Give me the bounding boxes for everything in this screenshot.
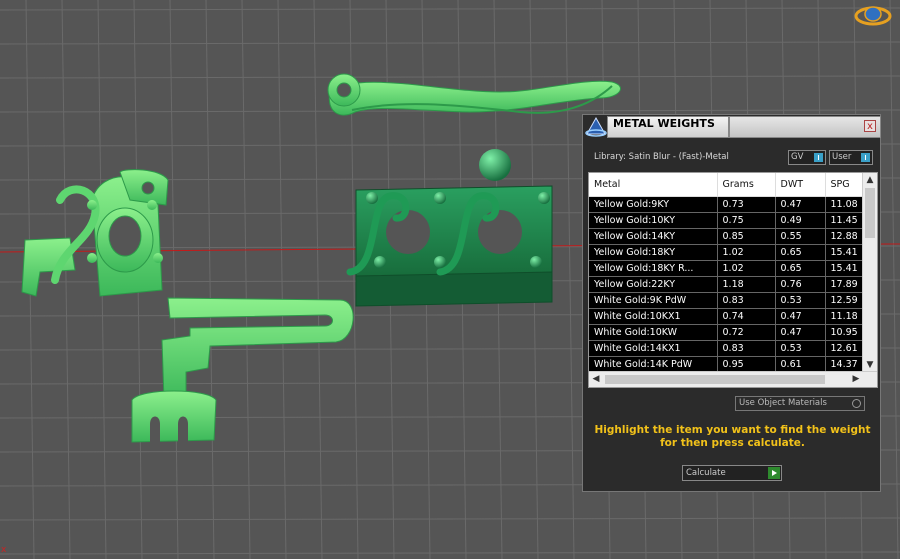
cell-grams[interactable]: 0.74 (717, 308, 776, 325)
vertical-scrollbar[interactable]: ▲ ▼ (862, 173, 877, 372)
viewport-corner-mark: x (1, 545, 7, 555)
cell-grams[interactable]: 0.72 (717, 324, 776, 341)
use-object-materials-option[interactable]: Use Object Materials (735, 396, 865, 411)
toggle-knob-icon (861, 153, 870, 162)
cell-grams[interactable]: 0.73 (717, 196, 776, 213)
cell-metal[interactable]: Yellow Gold:22KY (589, 276, 718, 293)
toggle-knob-icon (814, 153, 823, 162)
library-label: Library: Satin Blur - (Fast)-Metal (594, 152, 729, 162)
gv-toggle[interactable]: GV (788, 150, 826, 165)
cell-metal[interactable]: White Gold:10KX1 (589, 308, 718, 325)
cell-metal[interactable]: White Gold:10KW (589, 324, 718, 341)
play-icon (768, 467, 780, 479)
column-header-grams[interactable]: Grams (717, 173, 776, 197)
table-row[interactable]: White Gold:9K PdW 0.83 0.53 12.59 (589, 292, 875, 309)
cell-metal[interactable]: Yellow Gold:9KY (589, 196, 718, 213)
cell-grams[interactable]: 1.02 (717, 260, 776, 277)
cell-dwt[interactable]: 0.76 (775, 276, 826, 293)
table-header-row: Metal Grams DWT SPG (589, 173, 875, 197)
panel-titlebar[interactable]: METAL WEIGHTS x (583, 115, 881, 139)
cell-grams[interactable]: 0.83 (717, 292, 776, 309)
cell-dwt[interactable]: 0.47 (775, 308, 826, 325)
use-object-materials-label: Use Object Materials (739, 398, 827, 408)
cell-grams[interactable]: 0.83 (717, 340, 776, 357)
view-navigation-icon[interactable] (853, 2, 893, 26)
user-toggle[interactable]: User (829, 150, 873, 165)
table-row[interactable]: Yellow Gold:9KY 0.73 0.47 11.08 (589, 196, 875, 213)
cell-dwt[interactable]: 0.65 (775, 244, 826, 261)
cell-dwt[interactable]: 0.55 (775, 228, 826, 245)
cell-grams[interactable]: 0.85 (717, 228, 776, 245)
cell-metal[interactable]: Yellow Gold:10KY (589, 212, 718, 229)
cell-dwt[interactable]: 0.47 (775, 196, 826, 213)
instruction-text: Highlight the item you want to find the … (594, 424, 871, 449)
table-row[interactable]: Yellow Gold:14KY 0.85 0.55 12.88 (589, 228, 875, 245)
cell-grams[interactable]: 0.75 (717, 212, 776, 229)
cell-grams[interactable]: 1.18 (717, 276, 776, 293)
app-logo-icon (585, 117, 607, 137)
table-row[interactable]: White Gold:14KX1 0.83 0.53 12.61 (589, 340, 875, 357)
titlebar-fill (729, 116, 881, 138)
table-row[interactable]: White Gold:10KX1 0.74 0.47 11.18 (589, 308, 875, 325)
scroll-right-icon[interactable]: ▶ (849, 372, 863, 387)
horizontal-scroll-thumb[interactable] (605, 375, 825, 384)
vertical-scroll-thumb[interactable] (865, 188, 875, 238)
metal-weights-table[interactable]: Metal Grams DWT SPG Yellow Gold:9KY 0.73 0… (588, 172, 878, 388)
calculate-button[interactable]: Calculate (682, 465, 782, 481)
cell-metal[interactable]: Yellow Gold:14KY (589, 228, 718, 245)
cell-metal[interactable]: White Gold:14KX1 (589, 340, 718, 357)
panel-title: METAL WEIGHTS (607, 116, 729, 138)
cell-dwt[interactable]: 0.53 (775, 292, 826, 309)
column-header-metal[interactable]: Metal (589, 173, 718, 197)
metal-weights-panel: METAL WEIGHTS x Library: Satin Blur - (F… (582, 114, 881, 492)
cell-dwt[interactable]: 0.47 (775, 324, 826, 341)
calculate-label: Calculate (686, 468, 726, 478)
scroll-down-icon[interactable]: ▼ (863, 358, 877, 372)
column-header-dwt[interactable]: DWT (775, 173, 826, 197)
table-row[interactable]: Yellow Gold:10KY 0.75 0.49 11.45 (589, 212, 875, 229)
horizontal-scrollbar[interactable]: ◀ ▶ (589, 371, 877, 387)
radio-icon[interactable] (852, 399, 861, 408)
scroll-up-icon[interactable]: ▲ (863, 173, 877, 187)
cell-metal[interactable]: Yellow Gold:18KY R... (589, 260, 718, 277)
cell-dwt[interactable]: 0.49 (775, 212, 826, 229)
scroll-left-icon[interactable]: ◀ (589, 372, 603, 387)
cell-metal[interactable]: White Gold:9K PdW (589, 292, 718, 309)
table-row[interactable]: Yellow Gold:22KY 1.18 0.76 17.89 (589, 276, 875, 293)
close-button[interactable]: x (864, 120, 876, 132)
cell-dwt[interactable]: 0.65 (775, 260, 826, 277)
cell-grams[interactable]: 1.02 (717, 244, 776, 261)
table-row[interactable]: Yellow Gold:18KY 1.02 0.65 15.41 (589, 244, 875, 261)
user-toggle-label: User (832, 152, 852, 162)
cell-metal[interactable]: Yellow Gold:18KY (589, 244, 718, 261)
cell-dwt[interactable]: 0.53 (775, 340, 826, 357)
table-row[interactable]: White Gold:10KW 0.72 0.47 10.95 (589, 324, 875, 341)
gv-toggle-label: GV (791, 152, 804, 162)
table-row[interactable]: Yellow Gold:18KY R... 1.02 0.65 15.41 (589, 260, 875, 277)
